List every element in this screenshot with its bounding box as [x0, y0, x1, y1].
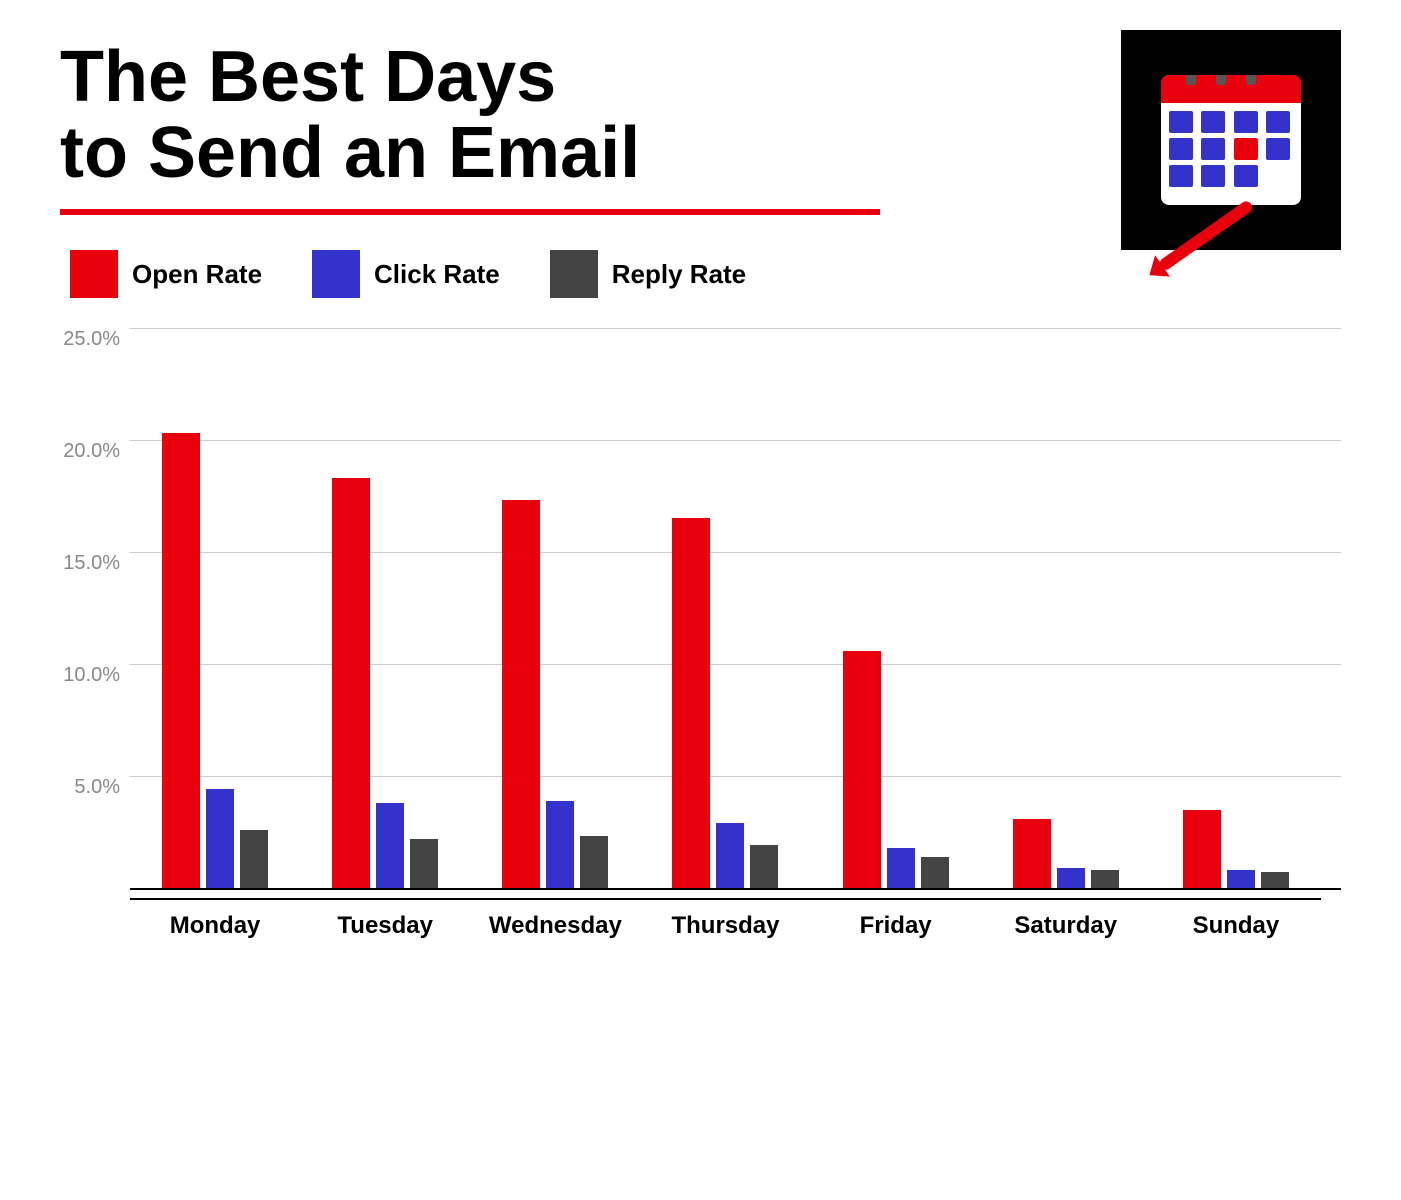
baseline	[130, 888, 1341, 890]
day-group-tuesday	[300, 478, 470, 888]
x-label-tuesday: Tuesday	[300, 900, 470, 940]
bar-click-tuesday	[376, 803, 404, 888]
red-divider	[60, 209, 880, 215]
bar-reply-sunday	[1261, 872, 1289, 888]
x-label-thursday: Thursday	[640, 900, 810, 940]
y-label-10: 10.0%	[60, 664, 130, 687]
bar-open-sunday	[1183, 810, 1221, 888]
click-rate-label: Click Rate	[374, 259, 500, 290]
title-block: The Best Days to Send an Email	[60, 40, 1101, 245]
reply-rate-swatch	[550, 250, 598, 298]
bar-open-thursday	[672, 518, 710, 888]
reply-rate-label: Reply Rate	[612, 259, 746, 290]
bar-click-sunday	[1227, 870, 1255, 888]
day-group-saturday	[981, 819, 1151, 888]
day-group-thursday	[640, 518, 810, 888]
y-label-15: 15.0%	[60, 552, 130, 575]
bar-reply-thursday	[750, 845, 778, 888]
day-group-monday	[130, 433, 300, 888]
bar-reply-tuesday	[410, 839, 438, 888]
bar-reply-wednesday	[580, 836, 608, 888]
bar-open-wednesday	[502, 500, 540, 888]
bar-open-saturday	[1013, 819, 1051, 888]
bar-open-friday	[843, 651, 881, 888]
click-rate-swatch	[312, 250, 360, 298]
header-area: The Best Days to Send an Email	[60, 40, 1341, 250]
y-label-25: 25.0%	[60, 328, 130, 351]
legend-item-reply: Reply Rate	[550, 250, 746, 298]
bar-click-friday	[887, 848, 915, 888]
bar-click-wednesday	[546, 801, 574, 888]
day-group-sunday	[1151, 810, 1321, 888]
x-label-monday: Monday	[130, 900, 300, 940]
page-title: The Best Days to Send an Email	[60, 40, 1101, 191]
open-rate-swatch	[70, 250, 118, 298]
y-label-20: 20.0%	[60, 440, 130, 463]
y-axis: 25.0% 20.0% 15.0% 10.0% 5.0%	[60, 328, 130, 888]
open-rate-label: Open Rate	[132, 259, 262, 290]
bar-reply-saturday	[1091, 870, 1119, 888]
bar-click-saturday	[1057, 868, 1085, 888]
x-label-wednesday: Wednesday	[470, 900, 640, 940]
legend-item-open: Open Rate	[70, 250, 262, 298]
chart-area: 25.0% 20.0% 15.0% 10.0% 5.0% MondayTuesd…	[60, 328, 1341, 1008]
day-group-wednesday	[470, 500, 640, 888]
x-label-saturday: Saturday	[981, 900, 1151, 940]
x-label-friday: Friday	[811, 900, 981, 940]
y-label-5: 5.0%	[60, 776, 130, 799]
calendar-icon	[1151, 65, 1311, 215]
bar-open-tuesday	[332, 478, 370, 888]
calendar-icon-box	[1121, 30, 1341, 250]
legend-item-click: Click Rate	[312, 250, 500, 298]
day-group-friday	[811, 651, 981, 888]
bars-container	[130, 328, 1321, 888]
bar-reply-monday	[240, 830, 268, 888]
x-axis: MondayTuesdayWednesdayThursdayFridaySatu…	[130, 898, 1321, 940]
bar-click-monday	[206, 789, 234, 888]
page-container: The Best Days to Send an Email	[0, 0, 1401, 1200]
x-label-sunday: Sunday	[1151, 900, 1321, 940]
bar-open-monday	[162, 433, 200, 888]
bar-click-thursday	[716, 823, 744, 888]
bar-reply-friday	[921, 857, 949, 888]
